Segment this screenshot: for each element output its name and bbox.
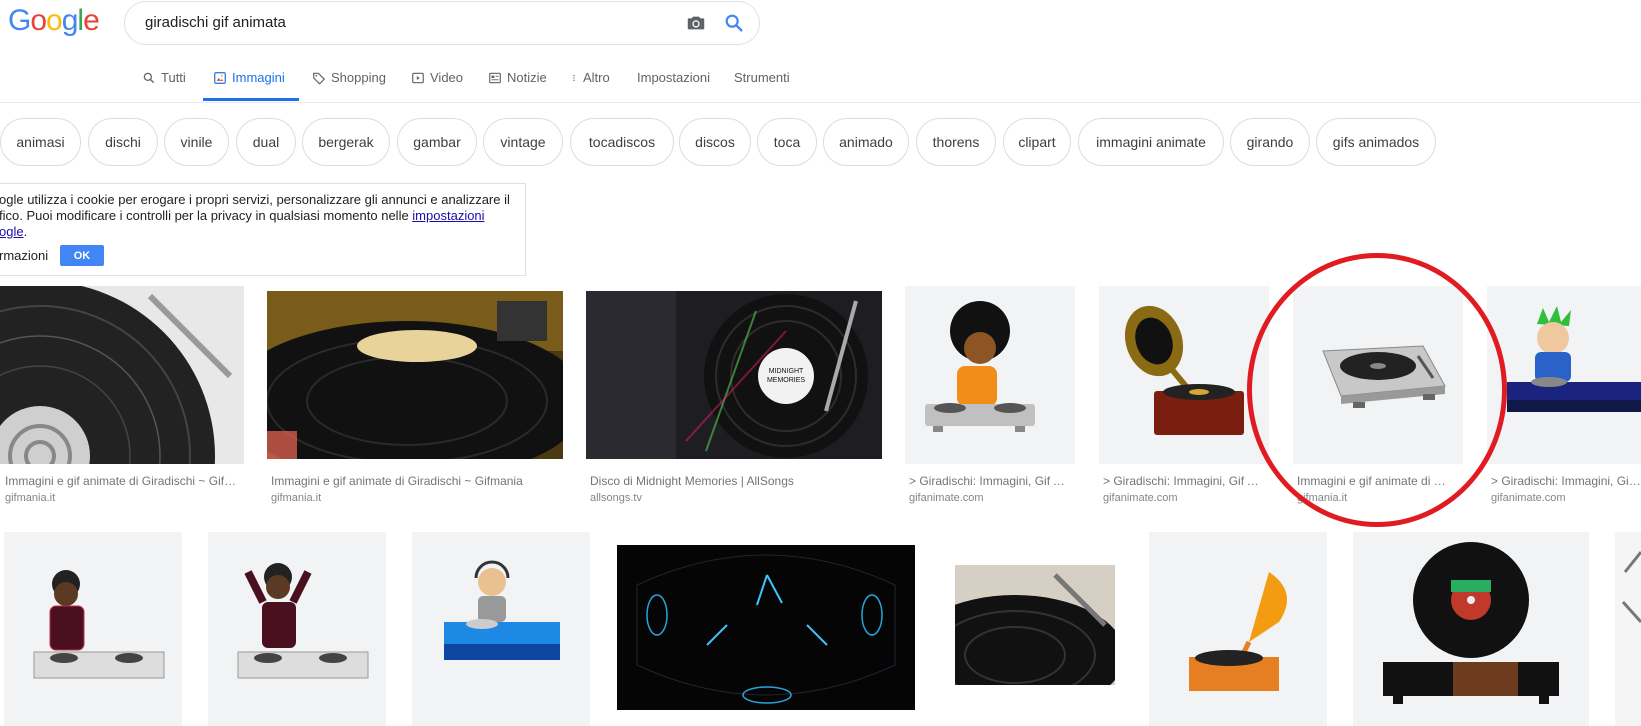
chip-vintage[interactable]: vintage bbox=[483, 118, 563, 166]
tab-impostazioni[interactable]: Impostazioni bbox=[637, 70, 710, 85]
result-caption-7[interactable]: > Giradischi: Immagini, Gif Animate bbox=[1491, 474, 1641, 488]
active-tab-indicator bbox=[203, 98, 299, 101]
tab-immagini[interactable]: Immagini bbox=[213, 70, 285, 85]
result-image-7[interactable] bbox=[1487, 286, 1641, 464]
chip-gifs-animados[interactable]: gifs animados bbox=[1316, 118, 1436, 166]
tag-icon bbox=[312, 71, 326, 85]
chip-thorens[interactable]: thorens bbox=[916, 118, 996, 166]
chip-animasi[interactable]: animasi bbox=[0, 118, 81, 166]
result-image-13[interactable] bbox=[1149, 532, 1327, 726]
result-caption-5[interactable]: > Giradischi: Immagini, Gif Animate bbox=[1103, 474, 1261, 488]
result-image-4[interactable] bbox=[905, 286, 1075, 464]
search-icon bbox=[142, 71, 156, 85]
chip-dischi[interactable]: dischi bbox=[88, 118, 158, 166]
record-label-line2: MEMORIES bbox=[767, 377, 805, 384]
chip-dual[interactable]: dual bbox=[236, 118, 296, 166]
chip-immagini-animate[interactable]: immagini animate bbox=[1078, 118, 1224, 166]
play-icon bbox=[411, 71, 425, 85]
result-site-4[interactable]: gifanimate.com bbox=[909, 492, 984, 504]
result-image-1[interactable] bbox=[0, 286, 244, 464]
google-logo[interactable]: Google bbox=[8, 4, 100, 38]
chip-discos[interactable]: discos bbox=[679, 118, 751, 166]
chip-gambar[interactable]: gambar bbox=[397, 118, 477, 166]
result-site-5[interactable]: gifanimate.com bbox=[1103, 492, 1178, 504]
result-image-3[interactable]: MIDNIGHT MEMORIES bbox=[586, 291, 882, 459]
chip-toca[interactable]: toca bbox=[757, 118, 817, 166]
result-image-11[interactable] bbox=[617, 545, 915, 710]
result-site-1[interactable]: gifmania.it bbox=[5, 492, 55, 504]
result-site-2[interactable]: gifmania.it bbox=[271, 492, 321, 504]
chip-girando[interactable]: girando bbox=[1230, 118, 1310, 166]
news-icon bbox=[488, 71, 502, 85]
tab-altro[interactable]: Altro bbox=[570, 70, 610, 85]
tab-video[interactable]: Video bbox=[411, 70, 463, 85]
logo-letter-2: o bbox=[30, 4, 47, 37]
search-tabs: Tutti Immagini Shopping Video Notizie Al… bbox=[0, 66, 1641, 103]
result-image-10[interactable] bbox=[412, 532, 590, 726]
record-label-line1: MIDNIGHT bbox=[769, 368, 804, 375]
chip-vinile[interactable]: vinile bbox=[164, 118, 229, 166]
chip-clipart[interactable]: clipart bbox=[1003, 118, 1071, 166]
more-info-link[interactable]: rmazioni bbox=[0, 248, 48, 264]
logo-letter-1: G bbox=[8, 4, 31, 37]
result-site-3[interactable]: allsongs.tv bbox=[590, 492, 642, 504]
camera-icon[interactable] bbox=[685, 12, 707, 34]
result-site-7[interactable]: gifanimate.com bbox=[1491, 492, 1566, 504]
chip-bergerak[interactable]: bergerak bbox=[302, 118, 390, 166]
logo-letter-3: o bbox=[46, 4, 63, 37]
search-box[interactable]: giradischi gif animata bbox=[124, 1, 760, 45]
privacy-settings-link[interactable]: impostazioni bbox=[412, 208, 484, 223]
search-input[interactable]: giradischi gif animata bbox=[145, 14, 286, 31]
cookie-text-line1: ogle utilizza i cookie per erogare i pro… bbox=[0, 192, 510, 207]
result-caption-4[interactable]: > Giradischi: Immagini, Gif Animate bbox=[909, 474, 1067, 488]
logo-letter-4: g bbox=[61, 4, 79, 37]
chip-animado[interactable]: animado bbox=[823, 118, 909, 166]
highlight-circle bbox=[1247, 253, 1507, 527]
tab-tutti[interactable]: Tutti bbox=[142, 70, 186, 85]
result-caption-1[interactable]: Immagini e gif animate di Giradischi ~ G… bbox=[5, 474, 240, 488]
result-image-9[interactable] bbox=[208, 532, 386, 726]
result-image-12[interactable] bbox=[955, 565, 1115, 685]
search-icon[interactable] bbox=[723, 12, 745, 34]
image-icon bbox=[213, 71, 227, 85]
result-image-5[interactable] bbox=[1099, 286, 1269, 464]
result-image-8[interactable] bbox=[4, 532, 182, 726]
chip-tocadiscos[interactable]: tocadiscos bbox=[570, 118, 674, 166]
result-image-14[interactable] bbox=[1353, 532, 1589, 726]
result-caption-2[interactable]: Immagini e gif animate di Giradischi ~ G… bbox=[271, 474, 561, 488]
tab-strumenti[interactable]: Strumenti bbox=[734, 70, 790, 85]
cookie-text-line3: ogle. bbox=[0, 224, 28, 239]
cookie-notice: ogle utilizza i cookie per erogare i pro… bbox=[0, 183, 526, 276]
cookie-text-line2: fico. Puoi modificare i controlli per la… bbox=[0, 208, 485, 223]
more-vert-icon bbox=[570, 71, 578, 85]
result-image-2[interactable] bbox=[267, 291, 563, 459]
tab-shopping[interactable]: Shopping bbox=[312, 70, 386, 85]
tab-notizie[interactable]: Notizie bbox=[488, 70, 547, 85]
result-image-15[interactable] bbox=[1615, 532, 1641, 726]
logo-letter-6: e bbox=[83, 4, 100, 37]
google-settings-link[interactable]: ogle bbox=[0, 224, 24, 239]
cookie-ok-button[interactable]: OK bbox=[60, 245, 104, 266]
result-caption-3[interactable]: Disco di Midnight Memories | AllSongs bbox=[590, 474, 880, 488]
